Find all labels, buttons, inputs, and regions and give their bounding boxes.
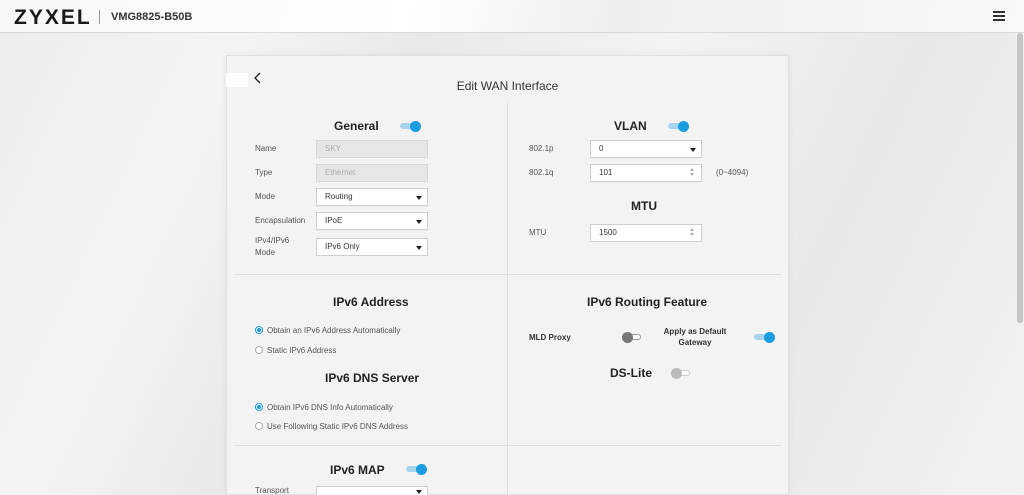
hamburger-menu-icon[interactable] (993, 11, 1005, 21)
type-label: Type (255, 168, 273, 177)
mld-proxy-toggle[interactable] (622, 332, 643, 343)
ipv6-dns-static-label: Use Following Static IPv6 DNS Address (267, 422, 408, 431)
transport-select[interactable] (316, 486, 428, 495)
encapsulation-value: IPoE (325, 216, 343, 225)
mtu-title: MTU (631, 199, 657, 213)
mode-select[interactable]: Routing (316, 188, 428, 206)
vlan-toggle[interactable] (668, 121, 689, 132)
header-divider (99, 10, 100, 24)
mtu-value: 1500 (599, 228, 617, 237)
8021p-label: 802.1p (529, 144, 554, 153)
general-toggle[interactable] (400, 121, 421, 132)
ipv6-address-auto-label: Obtain an IPv6 Address Automatically (267, 326, 401, 335)
name-field: SKY (316, 140, 428, 158)
top-bar: ZYXEL VMG8825-B50B (0, 0, 1024, 33)
ipv6-dns-title: IPv6 DNS Server (325, 371, 420, 385)
ipv6-address-static-label: Static IPv6 Address (267, 346, 337, 355)
stepper-icon[interactable] (689, 168, 695, 178)
ipv6-dns-auto-radio[interactable] (255, 403, 263, 411)
chevron-down-icon (690, 148, 696, 152)
row-divider-1 (234, 274, 781, 275)
zyxel-logo: ZYXEL (14, 6, 92, 29)
8021q-range: (0~4094) (716, 168, 749, 177)
default-gateway-toggle[interactable] (754, 332, 775, 343)
page-title: Edit WAN Interface (456, 79, 559, 93)
panel-notch (226, 73, 248, 87)
transport-label: Transport (255, 486, 289, 495)
stepper-icon[interactable] (689, 228, 695, 238)
ipmode-label-line2: Mode (255, 248, 276, 257)
name-label: Name (255, 144, 277, 153)
mtu-input[interactable]: 1500 (590, 224, 702, 242)
encapsulation-select[interactable]: IPoE (316, 212, 428, 230)
ipv6-dns-static-radio[interactable] (255, 422, 263, 430)
8021q-label: 802.1q (529, 168, 554, 177)
ipv6-address-static-radio[interactable] (255, 346, 263, 354)
ds-lite-title: DS-Lite (610, 366, 652, 380)
mtu-label: MTU (529, 228, 547, 237)
column-divider (507, 103, 508, 495)
ipv6-address-title: IPv6 Address (333, 295, 409, 309)
ipmode-select[interactable]: IPv6 Only (316, 238, 428, 256)
default-gateway-label-line2: Gateway (678, 338, 712, 347)
chevron-down-icon (416, 246, 422, 250)
ipv6-routing-title: IPv6 Routing Feature (587, 295, 708, 309)
default-gateway-label-line1: Apply as Default (663, 327, 727, 336)
ipv6-map-title: IPv6 MAP (330, 463, 385, 477)
8021p-select[interactable]: 0 (590, 140, 702, 158)
8021q-input[interactable]: 101 (590, 164, 702, 182)
ipv6-dns-auto-label: Obtain IPv6 DNS Info Automatically (267, 403, 393, 412)
8021q-value: 101 (599, 168, 613, 177)
8021p-value: 0 (599, 144, 604, 153)
vlan-title: VLAN (614, 119, 647, 133)
ipv6-map-toggle[interactable] (406, 464, 427, 475)
model-name: VMG8825-B50B (111, 11, 193, 23)
back-arrow-icon[interactable] (252, 70, 266, 86)
chevron-down-icon (416, 220, 422, 224)
chevron-down-icon (416, 196, 422, 200)
ipmode-value: IPv6 Only (325, 242, 360, 251)
encapsulation-label: Encapsulation (255, 216, 306, 225)
scrollbar-thumb[interactable] (1017, 33, 1023, 323)
mld-proxy-label: MLD Proxy (529, 333, 571, 342)
ds-lite-toggle[interactable] (671, 368, 692, 379)
general-title: General (334, 119, 379, 133)
mode-label: Mode (255, 192, 276, 201)
chevron-down-icon (416, 490, 422, 494)
mode-value: Routing (325, 192, 353, 201)
ipmode-label-line1: IPv4/IPv6 (255, 236, 290, 245)
row-divider-2 (234, 445, 781, 446)
ipv6-address-auto-radio[interactable] (255, 326, 263, 334)
type-field: Ethernet (316, 164, 428, 182)
